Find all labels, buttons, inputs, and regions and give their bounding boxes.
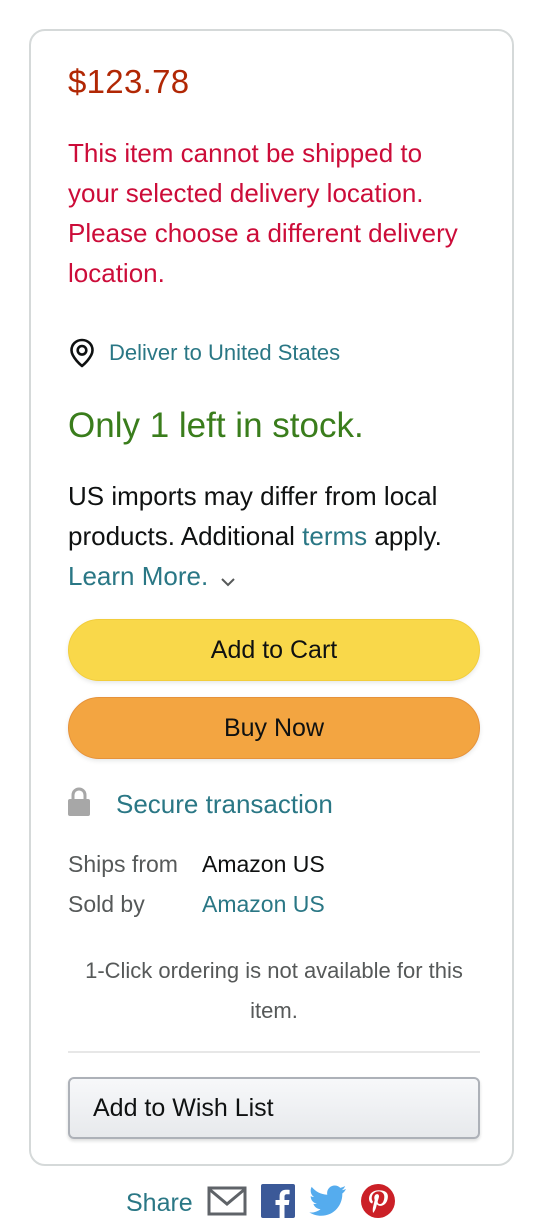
location-pin-icon	[68, 338, 96, 368]
imports-text-end: apply.	[367, 521, 442, 551]
chevron-down-icon[interactable]	[220, 558, 236, 598]
share-label: Share	[126, 1188, 193, 1217]
sold-by-label: Sold by	[68, 891, 145, 917]
lock-icon	[68, 787, 90, 822]
share-row: Share	[126, 1180, 409, 1226]
email-icon[interactable]	[207, 1185, 247, 1222]
buy-now-button[interactable]: Buy Now	[68, 697, 480, 759]
imports-notice: US imports may differ from local product…	[68, 476, 488, 598]
secure-transaction-link[interactable]: Secure transaction	[116, 789, 333, 820]
ships-from-value: Amazon US	[202, 851, 325, 877]
divider	[68, 1051, 480, 1053]
secure-transaction[interactable]: Secure transaction	[68, 787, 333, 822]
learn-more-link[interactable]: Learn More.	[68, 561, 208, 591]
twitter-icon[interactable]	[309, 1185, 347, 1222]
stock-status: Only 1 left in stock.	[68, 406, 364, 445]
facebook-icon[interactable]	[260, 1183, 295, 1223]
terms-link[interactable]: terms	[302, 521, 367, 551]
ships-from-label: Ships from	[68, 851, 178, 877]
add-to-cart-button[interactable]: Add to Cart	[68, 619, 480, 681]
shipping-error-message: This item cannot be shipped to your sele…	[68, 138, 458, 288]
sold-by-link[interactable]: Amazon US	[202, 891, 325, 918]
add-to-wish-list-button[interactable]: Add to Wish List	[68, 1077, 480, 1139]
deliver-to[interactable]: Deliver to United States	[68, 338, 340, 368]
deliver-to-link[interactable]: Deliver to United States	[109, 340, 340, 366]
buy-box: $123.78 This item cannot be shipped to y…	[29, 29, 514, 1166]
price: $123.78	[68, 63, 190, 100]
pinterest-icon[interactable]	[360, 1183, 395, 1223]
one-click-note: 1-Click ordering is not available for th…	[85, 958, 463, 1023]
